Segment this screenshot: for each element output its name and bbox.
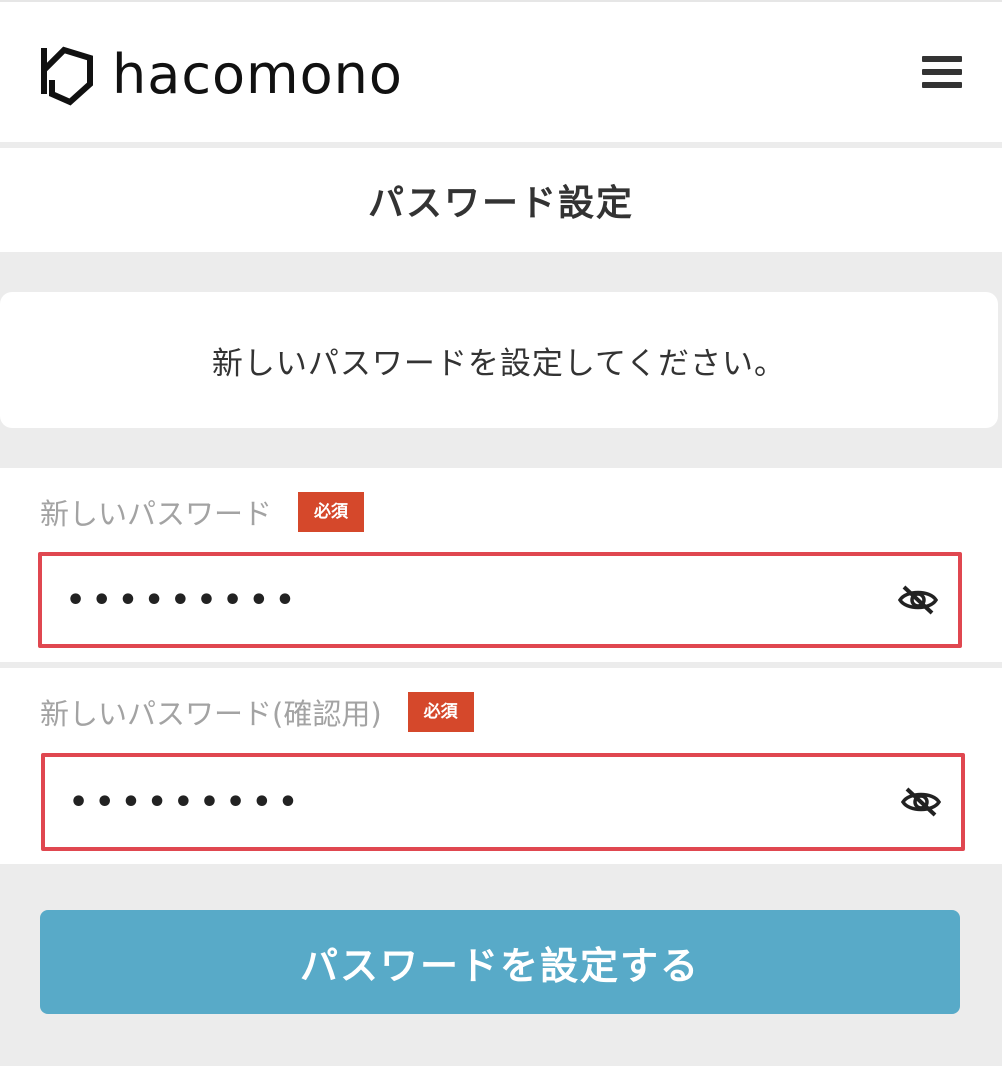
confirm-password-value: ••••••••• <box>69 784 305 820</box>
logo-text: hacomono <box>112 43 403 106</box>
new-password-value: ••••••••• <box>66 582 302 618</box>
new-password-label: 新しいパスワード <box>40 497 273 531</box>
new-password-section: 新しいパスワード 必須 ••••••••• <box>0 468 1002 662</box>
eye-slash-icon[interactable] <box>901 786 941 818</box>
eye-slash-icon[interactable] <box>898 584 938 616</box>
new-password-label-row: 新しいパスワード 必須 <box>40 492 365 532</box>
app-header: hacomono <box>0 0 1002 142</box>
page-title-bar: パスワード設定 <box>0 148 1002 252</box>
instruction-card: 新しいパスワードを設定してください。 <box>0 292 998 428</box>
required-badge: 必須 <box>407 692 474 732</box>
hacomono-logo[interactable]: hacomono <box>40 44 403 106</box>
hacomono-logo-mark-icon <box>41 46 93 106</box>
confirm-password-label-row: 新しいパスワード(確認用) 必須 <box>40 692 474 732</box>
confirm-password-label: 新しいパスワード(確認用) <box>40 697 382 731</box>
confirm-password-section: 新しいパスワード(確認用) 必須 ••••••••• <box>0 668 1002 864</box>
set-password-button[interactable]: パスワードを設定する <box>40 910 960 1014</box>
hamburger-menu-icon[interactable] <box>922 56 962 92</box>
new-password-input[interactable]: ••••••••• <box>38 552 962 648</box>
confirm-password-input[interactable]: ••••••••• <box>41 753 965 851</box>
instruction-message: 新しいパスワードを設定してください。 <box>211 345 787 382</box>
required-badge: 必須 <box>298 492 365 532</box>
page-title: パスワード設定 <box>367 183 634 224</box>
